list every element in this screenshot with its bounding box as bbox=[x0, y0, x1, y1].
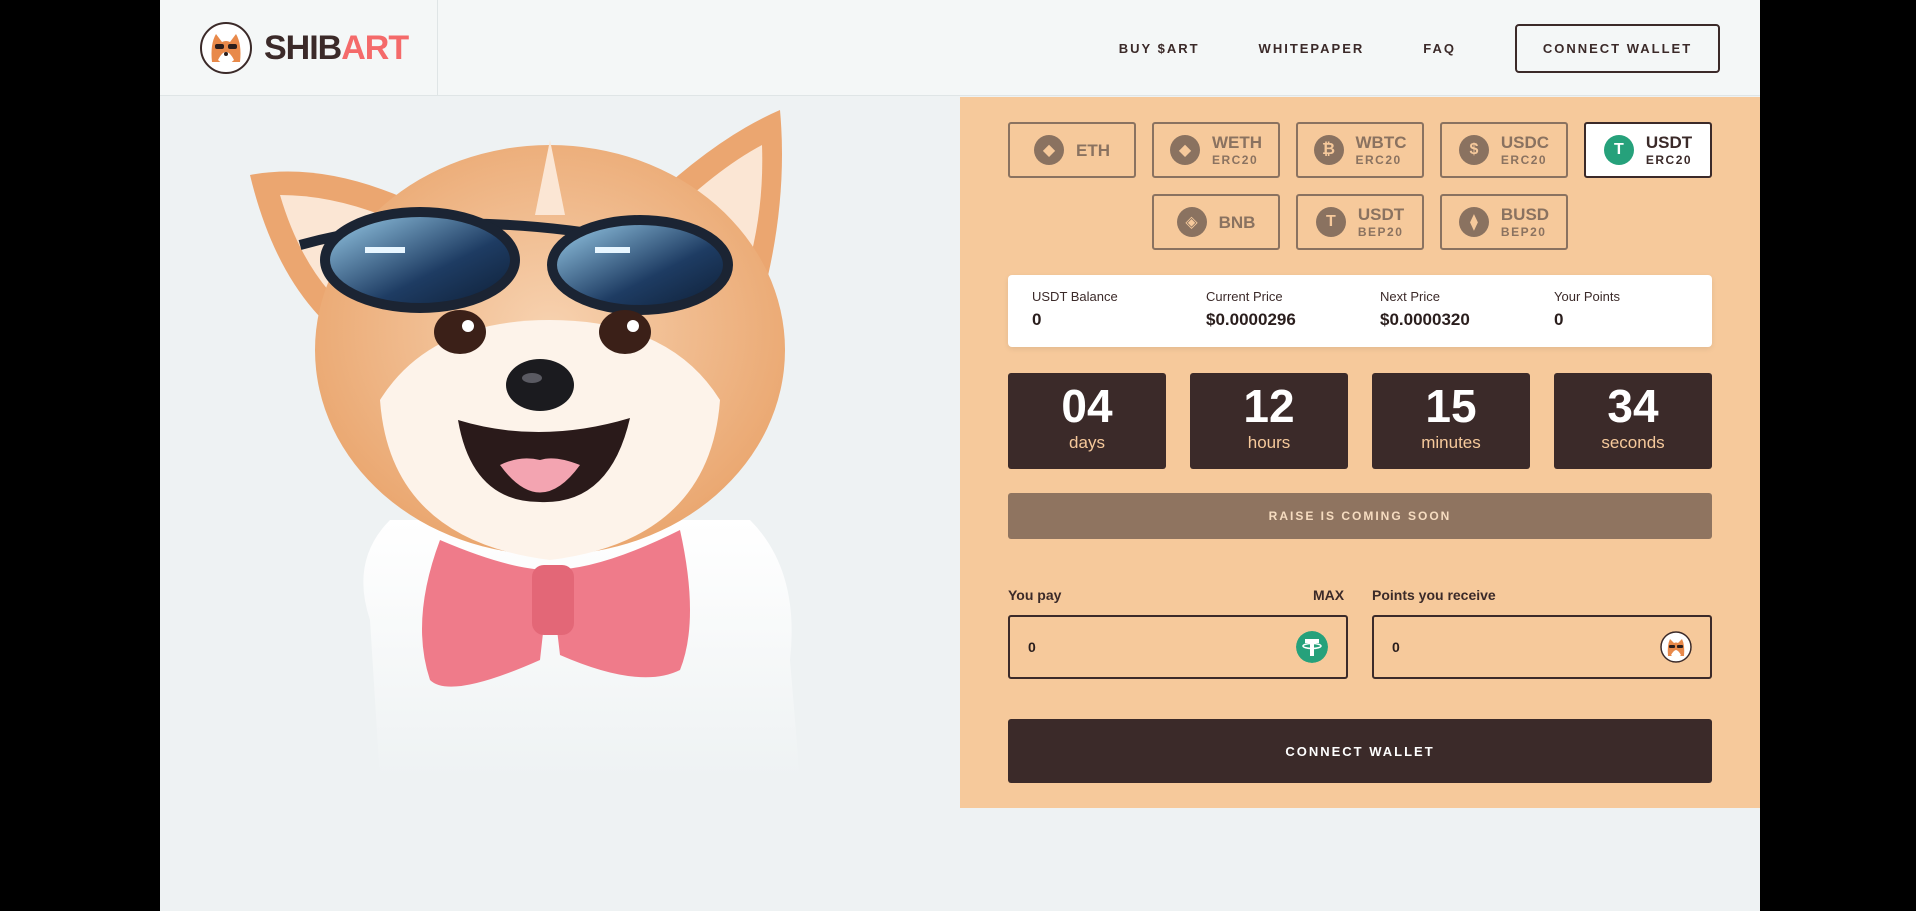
token-label: USDC bbox=[1500, 133, 1550, 152]
token-usdt-erc20-button[interactable]: T USDT ERC20 bbox=[1584, 122, 1712, 178]
pay-field bbox=[1008, 615, 1348, 679]
busd-icon: ⧫ bbox=[1458, 207, 1489, 237]
countdown-hours: 12 hours bbox=[1190, 373, 1348, 469]
token-network: BEP20 bbox=[1357, 225, 1404, 239]
countdown-value: 34 bbox=[1607, 380, 1659, 432]
logo-text-art: ART bbox=[341, 28, 409, 67]
weth-icon: ◆ bbox=[1169, 135, 1200, 165]
token-network: ERC20 bbox=[1500, 153, 1548, 167]
presale-widget: ◆ ETH ◆ WETH ERC20 ₿ WBTC ERC20 $ USDC ERC2… bbox=[960, 97, 1760, 808]
countdown-unit: hours bbox=[1247, 433, 1291, 452]
token-network: ERC20 bbox=[1355, 153, 1402, 167]
stat-next-price: Next Price $0.0000320 bbox=[1380, 289, 1550, 330]
countdown-unit: days bbox=[1069, 433, 1105, 452]
receive-label: Points you receive bbox=[1372, 587, 1496, 603]
page: SHIBART BUY $ART WHITEPAPER FAQ CONNECT … bbox=[160, 0, 1760, 911]
countdown-seconds: 34 seconds bbox=[1554, 373, 1712, 469]
countdown-value: 04 bbox=[1061, 380, 1113, 432]
logo-text-shib: SHIB bbox=[264, 28, 342, 67]
stat-label: USDT Balance bbox=[1032, 289, 1118, 304]
stat-value: 0 bbox=[1032, 310, 1042, 329]
bnb-icon: ◈ bbox=[1176, 207, 1207, 237]
max-button[interactable]: MAX bbox=[1313, 587, 1344, 603]
token-label: USDT bbox=[1357, 205, 1405, 224]
token-busd-button[interactable]: ⧫ BUSD BEP20 bbox=[1440, 194, 1568, 250]
token-label: WETH bbox=[1211, 133, 1263, 152]
raise-coming-soon-button[interactable]: RAISE IS COMING SOON bbox=[1008, 493, 1712, 539]
header-connect-wallet-button[interactable]: CONNECT WALLET bbox=[1515, 24, 1720, 73]
token-label: BUSD bbox=[1500, 205, 1550, 224]
token-network: ERC20 bbox=[1211, 153, 1259, 167]
token-network: ERC20 bbox=[1645, 153, 1693, 167]
shiba-avatar-icon bbox=[1660, 631, 1692, 663]
main-nav: BUY $ART WHITEPAPER FAQ CONNECT WALLET bbox=[1119, 24, 1720, 73]
tether-icon: T bbox=[1603, 135, 1634, 165]
stat-value: $0.0000320 bbox=[1380, 310, 1470, 329]
stat-label: Current Price bbox=[1206, 289, 1283, 304]
site-header: SHIBART BUY $ART WHITEPAPER FAQ CONNECT … bbox=[160, 0, 1760, 96]
receive-field bbox=[1372, 615, 1712, 679]
token-bnb-button[interactable]: ◈ BNB bbox=[1152, 194, 1280, 250]
bitcoin-icon: ₿ bbox=[1313, 135, 1344, 165]
ethereum-icon: ◆ bbox=[1034, 135, 1064, 165]
stat-current-price: Current Price $0.0000296 bbox=[1206, 289, 1376, 330]
stat-value: 0 bbox=[1554, 310, 1564, 329]
receive-amount-input[interactable] bbox=[1392, 639, 1660, 655]
pay-amount-input[interactable] bbox=[1028, 639, 1296, 655]
tether-icon: T bbox=[1315, 207, 1346, 237]
pay-label: You pay bbox=[1008, 587, 1062, 603]
token-network: BEP20 bbox=[1500, 225, 1547, 239]
token-weth-button[interactable]: ◆ WETH ERC20 bbox=[1152, 122, 1280, 178]
token-eth-button[interactable]: ◆ ETH bbox=[1008, 122, 1136, 178]
stat-usdt-balance: USDT Balance 0 bbox=[1032, 289, 1202, 330]
usdc-icon: $ bbox=[1458, 135, 1489, 165]
stat-label: Next Price bbox=[1380, 289, 1440, 304]
nav-buy-art[interactable]: BUY $ART bbox=[1119, 41, 1200, 56]
tether-icon bbox=[1296, 631, 1328, 663]
countdown-days: 04 days bbox=[1008, 373, 1166, 469]
stat-value: $0.0000296 bbox=[1206, 310, 1296, 329]
token-label: WBTC bbox=[1355, 133, 1407, 152]
token-label: BNB bbox=[1218, 212, 1256, 232]
logo-text: SHIBART bbox=[264, 28, 409, 68]
shiba-mascot-illustration bbox=[250, 110, 800, 780]
token-label: ETH bbox=[1076, 140, 1110, 160]
shiba-avatar-icon bbox=[200, 22, 252, 74]
nav-faq[interactable]: FAQ bbox=[1423, 41, 1456, 56]
presale-stats-panel: USDT Balance 0 Current Price $0.0000296 … bbox=[1008, 275, 1712, 347]
logo[interactable]: SHIBART bbox=[200, 22, 409, 74]
connect-wallet-button[interactable]: CONNECT WALLET bbox=[1008, 719, 1712, 783]
countdown-unit: minutes bbox=[1421, 433, 1481, 452]
countdown-minutes: 15 minutes bbox=[1372, 373, 1530, 469]
countdown-value: 12 bbox=[1243, 380, 1295, 432]
token-usdc-button[interactable]: $ USDC ERC20 bbox=[1440, 122, 1568, 178]
token-label: USDT bbox=[1645, 133, 1693, 152]
stat-label: Your Points bbox=[1554, 289, 1621, 304]
token-usdt-bep20-button[interactable]: T USDT BEP20 bbox=[1296, 194, 1424, 250]
nav-whitepaper[interactable]: WHITEPAPER bbox=[1259, 41, 1365, 56]
countdown-unit: seconds bbox=[1601, 433, 1665, 452]
countdown-value: 15 bbox=[1425, 380, 1477, 432]
header-divider bbox=[437, 0, 438, 96]
stat-your-points: Your Points 0 bbox=[1554, 289, 1724, 330]
token-wbtc-button[interactable]: ₿ WBTC ERC20 bbox=[1296, 122, 1424, 178]
